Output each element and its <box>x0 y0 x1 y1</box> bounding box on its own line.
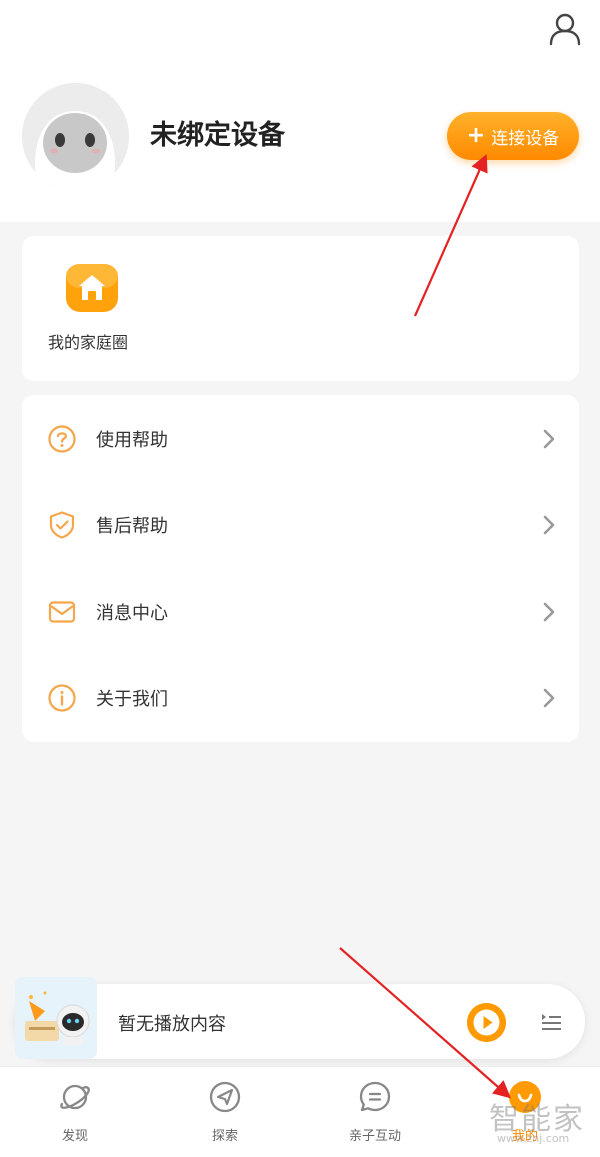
player-status-text: 暂无播放内容 <box>118 1014 226 1035</box>
menu-item-help[interactable]: 使用帮助 <box>22 396 579 482</box>
tab-discover[interactable]: 发现 <box>0 1067 150 1157</box>
device-avatar <box>22 83 129 190</box>
menu-item-label: 关于我们 <box>96 689 168 710</box>
envelope-icon <box>48 601 76 623</box>
chevron-right-icon <box>543 688 555 708</box>
device-title: 未绑定设备 <box>150 120 285 151</box>
family-circle-card[interactable]: 我的家庭圈 <box>22 236 579 381</box>
chevron-right-icon <box>543 515 555 535</box>
info-circle-icon <box>48 684 76 712</box>
menu-item-after-sales[interactable]: 售后帮助 <box>22 482 579 568</box>
connect-device-button[interactable]: + 连接设备 <box>447 112 579 160</box>
planet-icon <box>60 1084 90 1110</box>
question-circle-icon <box>48 425 76 453</box>
settings-menu: 使用帮助 售后帮助 消息中心 关于我们 <box>22 395 579 742</box>
menu-item-label: 消息中心 <box>96 603 168 624</box>
chevron-right-icon <box>543 429 555 449</box>
player-cover <box>15 977 97 1059</box>
watermark-url: www.znj.com <box>497 1132 570 1145</box>
menu-item-label: 售后帮助 <box>96 516 168 537</box>
compass-icon <box>209 1081 241 1113</box>
tab-label: 发现 <box>61 1129 88 1144</box>
tab-label: 探索 <box>211 1129 238 1144</box>
tab-label: 亲子互动 <box>348 1129 401 1144</box>
user-icon[interactable] <box>546 10 584 48</box>
playlist-icon[interactable] <box>539 1009 563 1033</box>
chevron-right-icon <box>543 602 555 622</box>
menu-item-about[interactable]: 关于我们 <box>22 655 579 741</box>
menu-item-label: 使用帮助 <box>96 430 168 451</box>
robot-gramophone-icon <box>15 977 97 1059</box>
play-icon[interactable] <box>467 1003 506 1042</box>
plus-icon: + <box>466 123 486 148</box>
family-circle-label: 我的家庭圈 <box>48 333 129 352</box>
mini-player[interactable]: 暂无播放内容 <box>15 977 585 1059</box>
shield-check-icon <box>49 511 75 539</box>
chat-bubble-icon <box>359 1081 391 1112</box>
robot-avatar-icon <box>22 83 129 190</box>
home-icon <box>66 264 118 312</box>
tab-explore[interactable]: 探索 <box>150 1067 300 1157</box>
connect-device-label: 连接设备 <box>491 128 560 149</box>
profile-header: 未绑定设备 + 连接设备 <box>0 0 600 222</box>
menu-item-messages[interactable]: 消息中心 <box>22 569 579 655</box>
tab-parent-child[interactable]: 亲子互动 <box>300 1067 450 1157</box>
